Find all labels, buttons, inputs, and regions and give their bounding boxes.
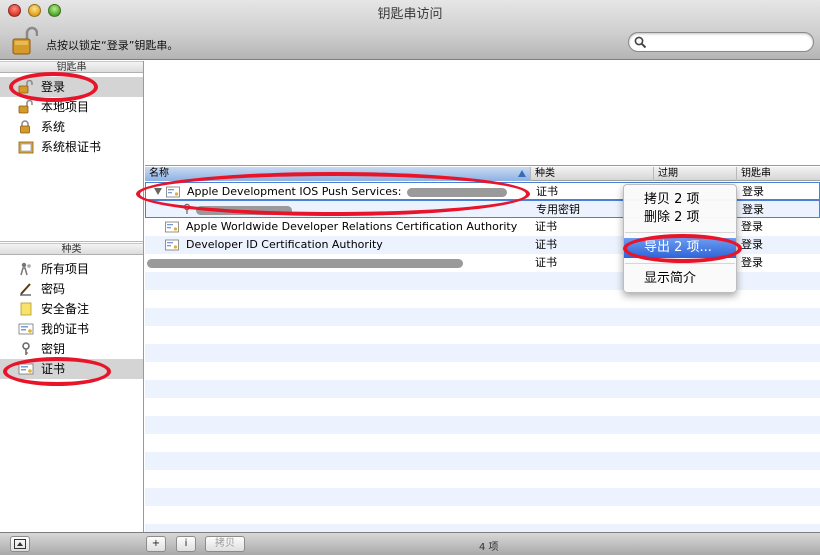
add-item-button[interactable]: + [146,536,166,552]
sidebar-item-certificates[interactable]: 证书 [0,359,143,379]
toggle-sidebar-button[interactable] [10,536,30,552]
sidebar-item-label: 密码 [41,282,66,296]
item-count: 4 项 [479,542,499,553]
menu-item-get-info[interactable]: 显示简介 [624,269,736,289]
certificate-icon [18,363,34,375]
menu-separator [625,232,735,233]
sidebar-item-label: 所有项目 [41,262,90,276]
certificate-icon [165,221,179,233]
lock-instruction-text: 点按以锁定“登录”钥匙串。 [46,39,179,52]
open-lock-icon [18,80,33,94]
lock-icon [20,120,30,134]
sidebar: 钥匙串 登录 本地项目 系统 系统根证书 种类 所有项目 密码 安全备注 我的证… [0,61,144,532]
context-menu: 拷贝 2 项 删除 2 项 导出 2 项... 显示简介 [623,184,737,293]
certificate-name: Developer ID Certification Authority [186,238,383,251]
sidebar-item-system-roots[interactable]: 系统根证书 [0,137,143,157]
certificate-name: Apple Worldwide Developer Relations Cert… [186,220,518,233]
certificate-icon [165,239,179,251]
redacted-text [196,205,292,215]
certificate-keychain: 登录 [741,256,763,269]
sidebar-item-label: 密钥 [41,342,66,356]
open-lock-icon[interactable] [12,26,39,56]
redacted-text [147,258,463,268]
sidebar-item-keys[interactable]: 密钥 [0,339,143,359]
sidebar-item-local-items[interactable]: 本地项目 [0,97,143,117]
get-info-button[interactable]: i [176,536,196,552]
sidebar-item-label: 登录 [41,80,66,94]
menu-item-delete[interactable]: 删除 2 项 [624,208,736,228]
sidebar-item-system[interactable]: 系统 [0,117,143,137]
search-input[interactable] [649,35,809,49]
menu-item-export[interactable]: 导出 2 项... [624,238,736,258]
certificate-keychain: 登录 [742,203,764,216]
pencil-icon [20,283,31,296]
bottom-toolbar: + i 拷贝 4 项 [0,532,820,555]
sidebar-item-login[interactable]: 登录 [0,77,143,97]
sidebar-item-label: 系统根证书 [41,140,102,154]
open-lock-icon [18,100,33,114]
certificate-keychain: 登录 [741,220,763,233]
sidebar-item-label: 我的证书 [41,322,90,336]
keychains-header: 钥匙串 [0,61,143,73]
sidebar-item-label: 本地项目 [41,100,90,114]
column-header-expires[interactable]: 过期 [654,167,737,181]
sidebar-divider[interactable] [0,241,143,242]
search-icon [634,36,647,49]
sidebar-item-passwords[interactable]: 密码 [0,279,143,299]
table-header: 名称 种类 过期 钥匙串 [145,167,820,181]
sidebar-toggle-icon [14,539,26,549]
search-field[interactable] [628,32,814,52]
window-title: 钥匙串访问 [377,7,443,22]
menu-separator [625,263,735,264]
category-header: 种类 [0,243,143,255]
people-icon [20,262,31,276]
certificate-icon [166,186,180,198]
column-header-name[interactable]: 名称 [145,167,531,181]
sidebar-item-my-certificates[interactable]: 我的证书 [0,319,143,339]
certificate-keychain: 登录 [741,238,763,251]
copy-button[interactable]: 拷贝 [205,536,245,552]
sidebar-item-label: 安全备注 [41,302,90,316]
main-panel: 名称 种类 过期 钥匙串 Apple Development IOS Push … [145,61,820,532]
disclosure-triangle-icon[interactable] [154,188,162,195]
column-header-kind[interactable]: 种类 [531,167,654,181]
note-icon [20,302,32,316]
window-titlebar: 钥匙串访问 点按以锁定“登录”钥匙串。 [0,0,820,60]
certificate-icon [18,323,34,335]
certificate-keychain: 登录 [742,185,764,198]
item-info-pane [145,61,820,166]
redacted-text [406,187,507,197]
column-header-keychain[interactable]: 钥匙串 [737,167,820,181]
sidebar-item-label: 证书 [41,362,66,376]
certificate-folder-icon [18,141,34,154]
sidebar-item-secure-notes[interactable]: 安全备注 [0,299,143,319]
key-icon [183,203,191,214]
menu-item-copy[interactable]: 拷贝 2 项 [624,190,736,210]
certificate-name: Apple Development IOS Push Services: [187,185,402,198]
sidebar-item-all-items[interactable]: 所有项目 [0,259,143,279]
sort-ascending-icon [518,170,526,177]
sidebar-item-label: 系统 [41,120,66,134]
key-icon [22,342,30,355]
